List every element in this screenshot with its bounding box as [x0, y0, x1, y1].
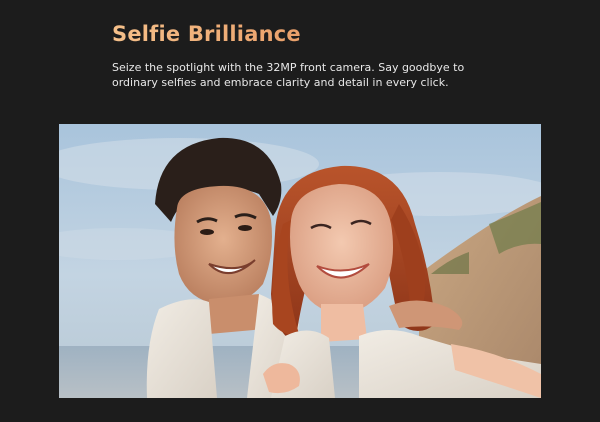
section-description: Seize the spotlight with the 32MP front … — [112, 61, 465, 89]
section-title: Selfie Brilliance — [112, 22, 301, 46]
selfie-photo — [59, 124, 541, 398]
